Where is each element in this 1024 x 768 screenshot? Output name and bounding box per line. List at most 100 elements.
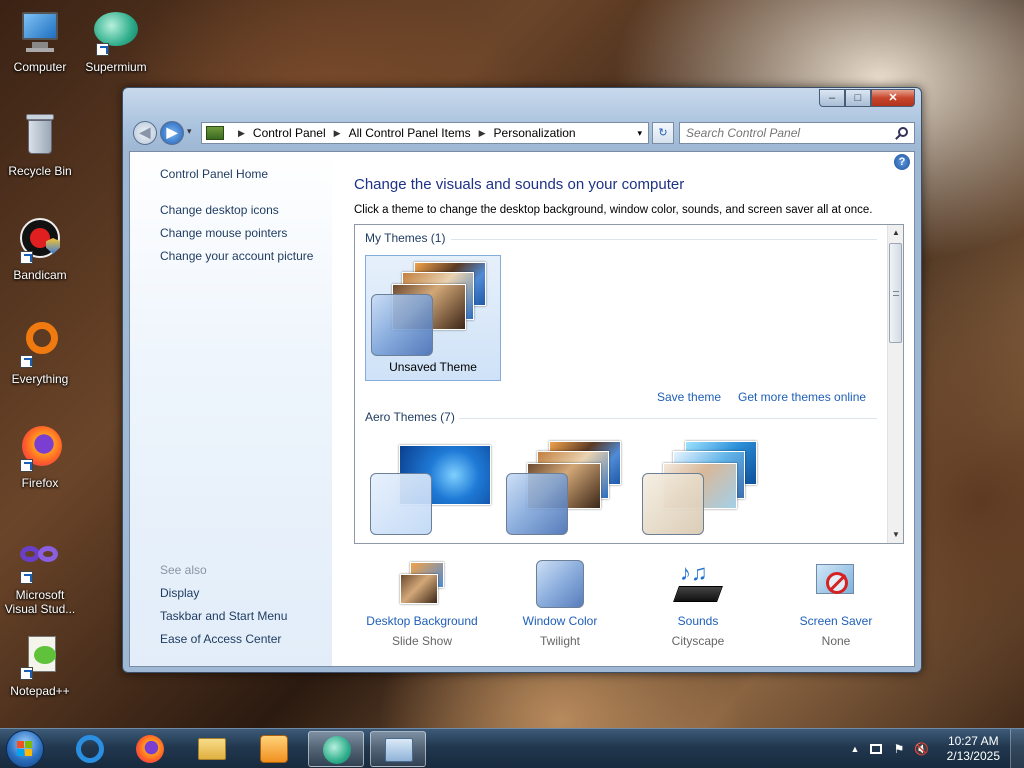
breadcrumb-all-items[interactable]: All Control Panel Items bbox=[349, 126, 471, 140]
control-panel-home-link[interactable]: Control Panel Home bbox=[160, 167, 268, 181]
change-account-picture-link[interactable]: Change your account picture bbox=[160, 249, 313, 263]
search-box[interactable] bbox=[679, 122, 915, 144]
volume-muted-icon[interactable]: 🔇 bbox=[914, 742, 929, 756]
desktop-icon-visual-studio[interactable]: Microsoft Visual Stud... bbox=[0, 536, 80, 616]
desktop-icon-label: Recycle Bin bbox=[8, 164, 72, 178]
theme-list[interactable]: My Themes (1) Unsaved Theme Save theme G… bbox=[354, 224, 904, 544]
show-hidden-icons-button[interactable]: ▲ bbox=[848, 742, 862, 756]
personalization-window[interactable]: – □ ✕ ◀ ▶ ▾ ▶ Control Panel ▶ All Contro… bbox=[122, 87, 922, 673]
breadcrumb-separator-icon[interactable]: ▶ bbox=[479, 128, 486, 139]
close-button[interactable]: ✕ bbox=[871, 89, 915, 107]
notepadpp-icon bbox=[16, 632, 64, 680]
breadcrumb-separator-icon[interactable]: ▶ bbox=[238, 128, 245, 139]
scroll-thumb[interactable] bbox=[889, 243, 902, 343]
address-bar[interactable]: ▶ Control Panel ▶ All Control Panel Item… bbox=[201, 122, 649, 144]
desktop-background-label[interactable]: Desktop Background bbox=[352, 614, 492, 628]
page-title: Change the visuals and sounds on your co… bbox=[354, 176, 685, 193]
breadcrumb-separator-icon[interactable]: ▶ bbox=[334, 128, 341, 139]
scroll-grip-icon bbox=[893, 291, 899, 296]
start-button[interactable] bbox=[6, 730, 44, 768]
sounds-option[interactable]: ♪♫ Sounds Cityscape bbox=[628, 560, 768, 649]
change-mouse-pointers-link[interactable]: Change mouse pointers bbox=[160, 226, 287, 240]
ease-of-access-link[interactable]: Ease of Access Center bbox=[160, 632, 281, 646]
window-color-label[interactable]: Window Color bbox=[490, 614, 630, 628]
breadcrumb-personalization[interactable]: Personalization bbox=[494, 126, 576, 140]
breadcrumb-control-panel[interactable]: Control Panel bbox=[253, 126, 326, 140]
sounds-label[interactable]: Sounds bbox=[628, 614, 768, 628]
display-link[interactable]: Display bbox=[160, 586, 199, 600]
desktop-icon-recycle-bin[interactable]: Recycle Bin bbox=[0, 112, 80, 178]
window-color-swatch bbox=[506, 473, 568, 535]
control-panel-icon bbox=[385, 738, 413, 762]
get-more-themes-link[interactable]: Get more themes online bbox=[738, 390, 866, 404]
desktop-icon-label: Microsoft Visual Stud... bbox=[4, 588, 76, 616]
aero-theme-windows[interactable] bbox=[365, 437, 501, 543]
address-dropdown-icon[interactable]: ▾ bbox=[637, 128, 642, 139]
media-player-icon bbox=[260, 735, 288, 763]
taskbar-media-player[interactable] bbox=[246, 731, 302, 767]
taskbar-start-menu-link[interactable]: Taskbar and Start Menu bbox=[160, 609, 287, 623]
internet-explorer-icon bbox=[76, 735, 104, 763]
scroll-up-button[interactable]: ▲ bbox=[888, 225, 903, 241]
network-icon[interactable] bbox=[870, 744, 882, 754]
minimize-button[interactable]: – bbox=[819, 89, 845, 107]
shortcut-arrow-icon bbox=[20, 667, 33, 680]
taskbar-file-explorer[interactable] bbox=[184, 731, 240, 767]
aero-theme-architecture[interactable] bbox=[501, 437, 637, 543]
taskbar-firefox[interactable] bbox=[122, 731, 178, 767]
my-themes-title: My Themes (1) bbox=[365, 231, 446, 245]
change-desktop-icons-link[interactable]: Change desktop icons bbox=[160, 203, 279, 217]
screen-saver-icon bbox=[812, 560, 860, 608]
clock[interactable]: 10:27 AM 2/13/2025 bbox=[947, 734, 1000, 764]
scroll-down-button[interactable]: ▼ bbox=[888, 527, 903, 543]
clock-time: 10:27 AM bbox=[947, 734, 999, 748]
aero-themes-title: Aero Themes (7) bbox=[365, 410, 455, 424]
screen-saver-label[interactable]: Screen Saver bbox=[766, 614, 906, 628]
desktop-icon-bandicam[interactable]: Bandicam bbox=[0, 216, 80, 282]
maximize-button[interactable]: □ bbox=[845, 89, 871, 107]
desktop-icon-label: Supermium bbox=[85, 60, 147, 74]
visual-studio-icon bbox=[16, 536, 64, 584]
supermium-icon bbox=[92, 8, 140, 56]
desktop-icon-supermium[interactable]: Supermium bbox=[76, 8, 156, 74]
see-also-title: See also bbox=[160, 563, 207, 577]
firefox-icon bbox=[136, 735, 164, 763]
refresh-button[interactable]: ↻ bbox=[652, 122, 674, 144]
desktop-icon-label: Notepad++ bbox=[10, 684, 70, 698]
taskbar-supermium[interactable] bbox=[308, 731, 364, 767]
taskbar-internet-explorer[interactable] bbox=[62, 731, 118, 767]
shortcut-arrow-icon bbox=[20, 459, 33, 472]
theme-list-scrollbar[interactable]: ▲ ▼ bbox=[887, 225, 903, 543]
search-input[interactable] bbox=[686, 123, 886, 143]
aero-theme-characters[interactable] bbox=[637, 437, 773, 543]
windows-logo-icon bbox=[17, 741, 33, 757]
unsaved-theme-label: Unsaved Theme bbox=[389, 360, 477, 374]
recent-pages-dropdown[interactable]: ▾ bbox=[187, 126, 192, 137]
desktop-background-option[interactable]: Desktop Background Slide Show bbox=[352, 560, 492, 648]
unsaved-theme-tile[interactable]: Unsaved Theme bbox=[365, 255, 501, 381]
page-subtitle: Click a theme to change the desktop back… bbox=[354, 204, 873, 216]
desktop-icon-everything[interactable]: Everything bbox=[0, 320, 80, 386]
action-center-flag-icon[interactable]: ⚑ bbox=[892, 742, 906, 756]
window-color-option[interactable]: Window Color Twilight bbox=[490, 560, 630, 648]
show-desktop-button[interactable] bbox=[1010, 729, 1024, 768]
group-divider bbox=[459, 418, 877, 419]
window-color-swatch bbox=[642, 473, 704, 535]
window-color-value: Twilight bbox=[539, 634, 580, 648]
sounds-value: Cityscape bbox=[671, 634, 725, 648]
desktop-icon-firefox[interactable]: Firefox bbox=[0, 424, 80, 490]
screen-saver-option[interactable]: Screen Saver None bbox=[766, 560, 906, 648]
search-icon[interactable] bbox=[898, 127, 908, 137]
back-button[interactable]: ◀ bbox=[133, 121, 157, 145]
help-icon[interactable]: ? bbox=[894, 154, 910, 170]
save-theme-link[interactable]: Save theme bbox=[657, 390, 721, 404]
shortcut-arrow-icon bbox=[20, 251, 33, 264]
desktop-icon-label: Computer bbox=[13, 60, 67, 74]
forward-button[interactable]: ▶ bbox=[160, 121, 184, 145]
desktop-icon-notepadpp[interactable]: Notepad++ bbox=[0, 632, 80, 698]
shortcut-arrow-icon bbox=[96, 43, 109, 56]
desktop-icon-computer[interactable]: Computer bbox=[0, 8, 80, 74]
left-pane: Control Panel Home Change desktop icons … bbox=[130, 152, 332, 666]
screen-saver-value: None bbox=[821, 634, 851, 648]
taskbar-control-panel[interactable] bbox=[370, 731, 426, 767]
